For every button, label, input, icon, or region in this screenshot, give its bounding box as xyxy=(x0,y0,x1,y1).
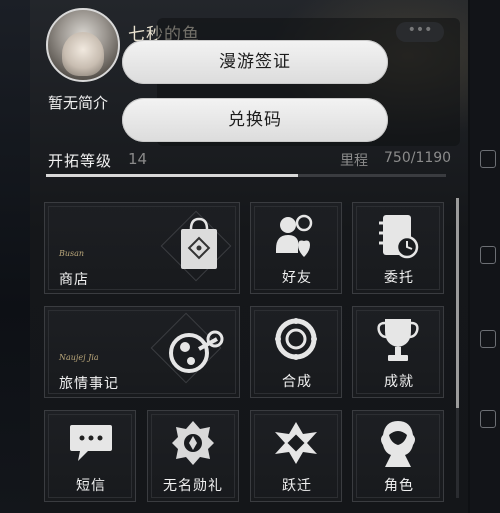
achievements-tile[interactable]: 成就 xyxy=(352,306,444,398)
messages-tile[interactable]: 短信 xyxy=(44,410,136,502)
mileage-label: 里程 xyxy=(340,153,368,169)
warp-tile[interactable]: 跃迁 xyxy=(250,410,342,502)
nameless-honor-label: 无名勋礼 xyxy=(163,478,223,494)
background-right-strip xyxy=(470,0,500,513)
shop-sub-label: Busan xyxy=(59,249,85,258)
scrollbar[interactable] xyxy=(456,198,459,498)
shop-tile[interactable]: Busan 商店 xyxy=(44,202,240,294)
avatar[interactable] xyxy=(46,8,120,82)
roaming-visa-button[interactable]: 漫游签证 xyxy=(122,40,388,84)
notebook-clock-icon xyxy=(379,215,419,259)
character-silhouette-icon xyxy=(381,421,415,467)
character-label: 角色 xyxy=(384,478,414,494)
warp-star-icon xyxy=(275,422,317,464)
trophy-icon xyxy=(377,319,419,361)
profile-intro[interactable]: 暂无简介 xyxy=(48,92,108,113)
achievements-label: 成就 xyxy=(384,374,414,390)
travel-log-tile[interactable]: Naujej Jia 旅情事记 xyxy=(44,306,240,398)
crest-icon xyxy=(172,421,214,465)
scrollbar-thumb[interactable] xyxy=(456,198,459,408)
level-progress-bar xyxy=(46,174,446,177)
shop-label: 商店 xyxy=(59,272,89,288)
friends-icon xyxy=(276,214,313,257)
level-value: 14 xyxy=(128,150,148,168)
redeem-code-button[interactable]: 兑换码 xyxy=(122,98,388,142)
shopping-bag-icon xyxy=(181,217,217,269)
messages-label: 短信 xyxy=(76,478,106,494)
telescope-icon xyxy=(169,330,224,373)
friends-tile[interactable]: 好友 xyxy=(250,202,342,294)
level-row: 开拓等级 14 里程 750/1190 xyxy=(48,148,452,172)
phone-menu-panel: 暂无简介 七秒的鱼 均 ••• 漫游签证 兑换码 开拓等级 14 里程 750/… xyxy=(30,0,468,513)
chat-bubble-icon xyxy=(70,425,112,461)
commission-label: 委托 xyxy=(384,270,414,286)
side-icon xyxy=(480,330,496,348)
side-icon xyxy=(480,410,496,428)
mileage-value: 750/1190 xyxy=(384,150,452,166)
travel-log-sub-label: Naujej Jia xyxy=(59,353,99,362)
synthesis-label: 合成 xyxy=(282,374,312,390)
level-label: 开拓等级 xyxy=(48,152,113,170)
nameless-honor-tile[interactable]: 无名勋礼 xyxy=(147,410,239,502)
background-left-strip xyxy=(0,0,30,513)
side-icon xyxy=(480,150,496,168)
synthesis-ring-icon xyxy=(275,318,317,360)
travel-log-label: 旅情事记 xyxy=(59,376,119,392)
friends-label: 好友 xyxy=(282,270,312,286)
level-progress-fill xyxy=(46,174,298,177)
warp-label: 跃迁 xyxy=(282,478,312,494)
synthesis-tile[interactable]: 合成 xyxy=(250,306,342,398)
commission-tile[interactable]: 委托 xyxy=(352,202,444,294)
character-tile[interactable]: 角色 xyxy=(352,410,444,502)
side-icon xyxy=(480,246,496,264)
